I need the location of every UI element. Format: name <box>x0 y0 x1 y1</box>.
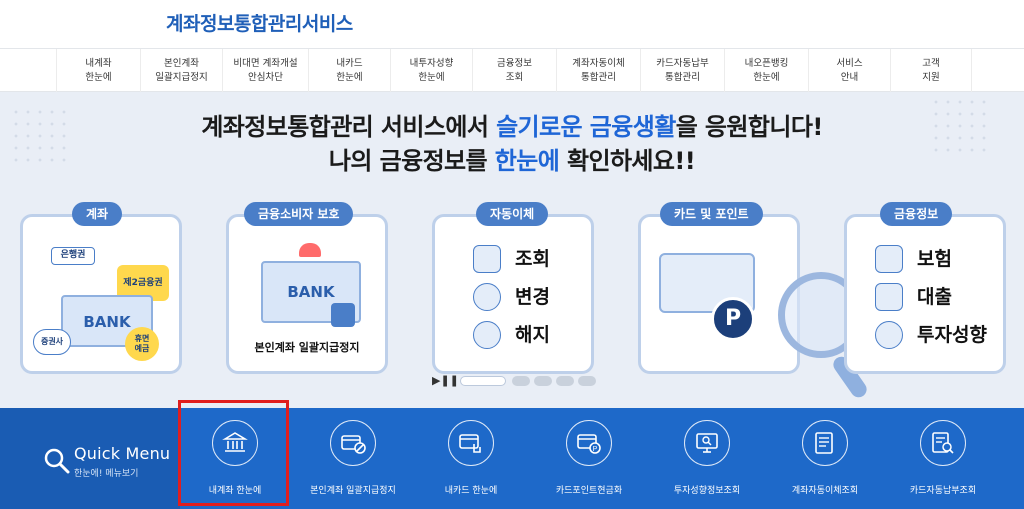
quick-item-investment-profile[interactable]: 투자성향정보조회 <box>648 408 766 509</box>
document-search-icon <box>920 420 966 466</box>
headline-text: 을 응원합니다! <box>675 113 824 141</box>
quick-item-bulk-suspension[interactable]: 본인계좌 일괄지급정지 <box>294 408 412 509</box>
search-icon <box>44 448 70 474</box>
nav-item-bulk-suspension[interactable]: 본인계좌 일괄지급정지 <box>140 49 222 92</box>
loan-hand-icon <box>875 283 903 311</box>
card-financial-info[interactable]: 보험 대출 투자성향 <box>844 214 1006 374</box>
autopay-item: 변경 <box>515 286 550 308</box>
main-nav: 내계좌 한눈에 본인계좌 일괄지급정지 비대면 계좌개설 안심차단 내카드 한눈… <box>0 48 1024 92</box>
card-point-icon: P <box>566 420 612 466</box>
site-title[interactable]: 계좌정보통합관리서비스 <box>166 9 353 36</box>
headline-highlight: 한눈에 <box>494 147 560 175</box>
quick-item-label: 계좌자동이체조회 <box>791 486 859 496</box>
nav-item-nonface-block[interactable]: 비대면 계좌개설 안심차단 <box>222 49 308 92</box>
tag-dormant: 휴면 예금 <box>125 327 159 361</box>
search-doc-icon <box>473 245 501 273</box>
hero-headline: 계좌정보통합관리 서비스에서 슬기로운 금융생활을 응원합니다! 나의 금융정보… <box>0 110 1024 178</box>
quick-menu-title: Quick Menu <box>74 444 171 463</box>
protection-caption: 본인계좌 일괄지급정지 <box>254 341 360 354</box>
siren-icon <box>299 243 321 257</box>
quick-item-label: 투자성향정보조회 <box>673 486 741 496</box>
card-card-points[interactable]: P <box>638 214 800 374</box>
tag-bank: 은행권 <box>51 247 95 265</box>
info-item: 대출 <box>917 286 952 308</box>
card-block-icon <box>330 420 376 466</box>
headline-text: 확인하세요!! <box>559 147 696 175</box>
slider-indicator[interactable] <box>578 376 596 386</box>
header: 계좌정보통합관리서비스 <box>0 0 1024 48</box>
nav-item-my-accounts[interactable]: 내계좌 한눈에 <box>56 49 140 92</box>
card-pill-protection[interactable]: 금융소비자 보호 <box>244 202 354 226</box>
quick-menu: Quick Menu 한눈에! 메뉴보기 내계좌 한눈에 본인계좌 일괄지급정지… <box>0 408 1024 509</box>
card-pill-card[interactable]: 카드 및 포인트 <box>660 202 763 226</box>
exchange-icon <box>473 283 501 311</box>
nav-item-auto-transfer[interactable]: 계좌자동이체 통합관리 <box>556 49 640 92</box>
slider-indicator[interactable] <box>534 376 552 386</box>
headline-highlight: 슬기로운 금융생활 <box>496 113 676 141</box>
monitor-search-icon <box>684 420 730 466</box>
quick-item-auto-transfer[interactable]: 계좌자동이체조회 <box>766 408 884 509</box>
nav-item-open-banking[interactable]: 내오픈뱅킹 한눈에 <box>724 49 808 92</box>
nav-item-investment-profile[interactable]: 내투자성향 한눈에 <box>390 49 472 92</box>
nav-item-card-autopay[interactable]: 카드자동납부 통합관리 <box>640 49 724 92</box>
quick-item-label: 내카드 한눈에 <box>444 486 498 496</box>
nav-item-customer-support[interactable]: 고객 지원 <box>890 49 972 92</box>
document-list-icon <box>802 420 848 466</box>
quick-menu-subtitle: 한눈에! 메뉴보기 <box>74 469 139 479</box>
pie-chart-icon <box>875 321 903 349</box>
nav-item-my-cards[interactable]: 내카드 한눈에 <box>308 49 390 92</box>
lock-icon <box>331 303 355 327</box>
quick-item-card-autopay[interactable]: 카드자동납부조회 <box>884 408 1002 509</box>
card-autopay[interactable]: 조회 변경 해지 <box>432 214 594 374</box>
info-item: 투자성향 <box>917 324 987 346</box>
autopay-item: 해지 <box>515 324 550 346</box>
quick-menu-label: Quick Menu 한눈에! 메뉴보기 <box>0 408 180 509</box>
card-pill-autopay[interactable]: 자동이체 <box>476 202 549 226</box>
card-pill-info[interactable]: 금융정보 <box>880 202 953 226</box>
slider-play-pause[interactable]: ▶❚❚ <box>432 374 459 387</box>
card-protection[interactable]: BANK 본인계좌 일괄지급정지 <box>226 214 388 374</box>
quick-item-card-points-cash[interactable]: P 카드포인트현금화 <box>530 408 648 509</box>
nav-item-service-guide[interactable]: 서비스 안내 <box>808 49 890 92</box>
nav-item-financial-info[interactable]: 금융정보 조회 <box>472 49 556 92</box>
card-touch-icon <box>448 420 494 466</box>
card-pill-account[interactable]: 계좌 <box>72 202 123 226</box>
piggy-bank-icon <box>473 321 501 349</box>
quick-item-label: 카드자동납부조회 <box>909 486 977 496</box>
slider-indicator[interactable] <box>556 376 574 386</box>
highlight-box <box>178 400 289 506</box>
quick-item-label: 본인계좌 일괄지급정지 <box>310 486 396 496</box>
quick-item-label: 카드포인트현금화 <box>555 486 623 496</box>
autopay-item: 조회 <box>515 248 550 270</box>
slider-indicator-active[interactable] <box>460 376 506 386</box>
card-account[interactable]: 은행권 제2금융권 BANK 증권사 휴면 예금 <box>20 214 182 374</box>
headline-text: 계좌정보통합관리 서비스에서 <box>201 113 497 141</box>
info-item: 보험 <box>917 248 952 270</box>
slider-indicator[interactable] <box>512 376 530 386</box>
point-badge-icon: P <box>711 297 755 341</box>
tag-securities: 증권사 <box>33 329 71 355</box>
svg-text:P: P <box>593 446 598 453</box>
quick-item-my-cards[interactable]: 내카드 한눈에 <box>412 408 530 509</box>
headline-text: 나의 금융정보를 <box>328 147 495 175</box>
shield-plus-icon <box>875 245 903 273</box>
hero-banner: 계좌정보통합관리 서비스에서 슬기로운 금융생활을 응원합니다! 나의 금융정보… <box>0 92 1024 408</box>
